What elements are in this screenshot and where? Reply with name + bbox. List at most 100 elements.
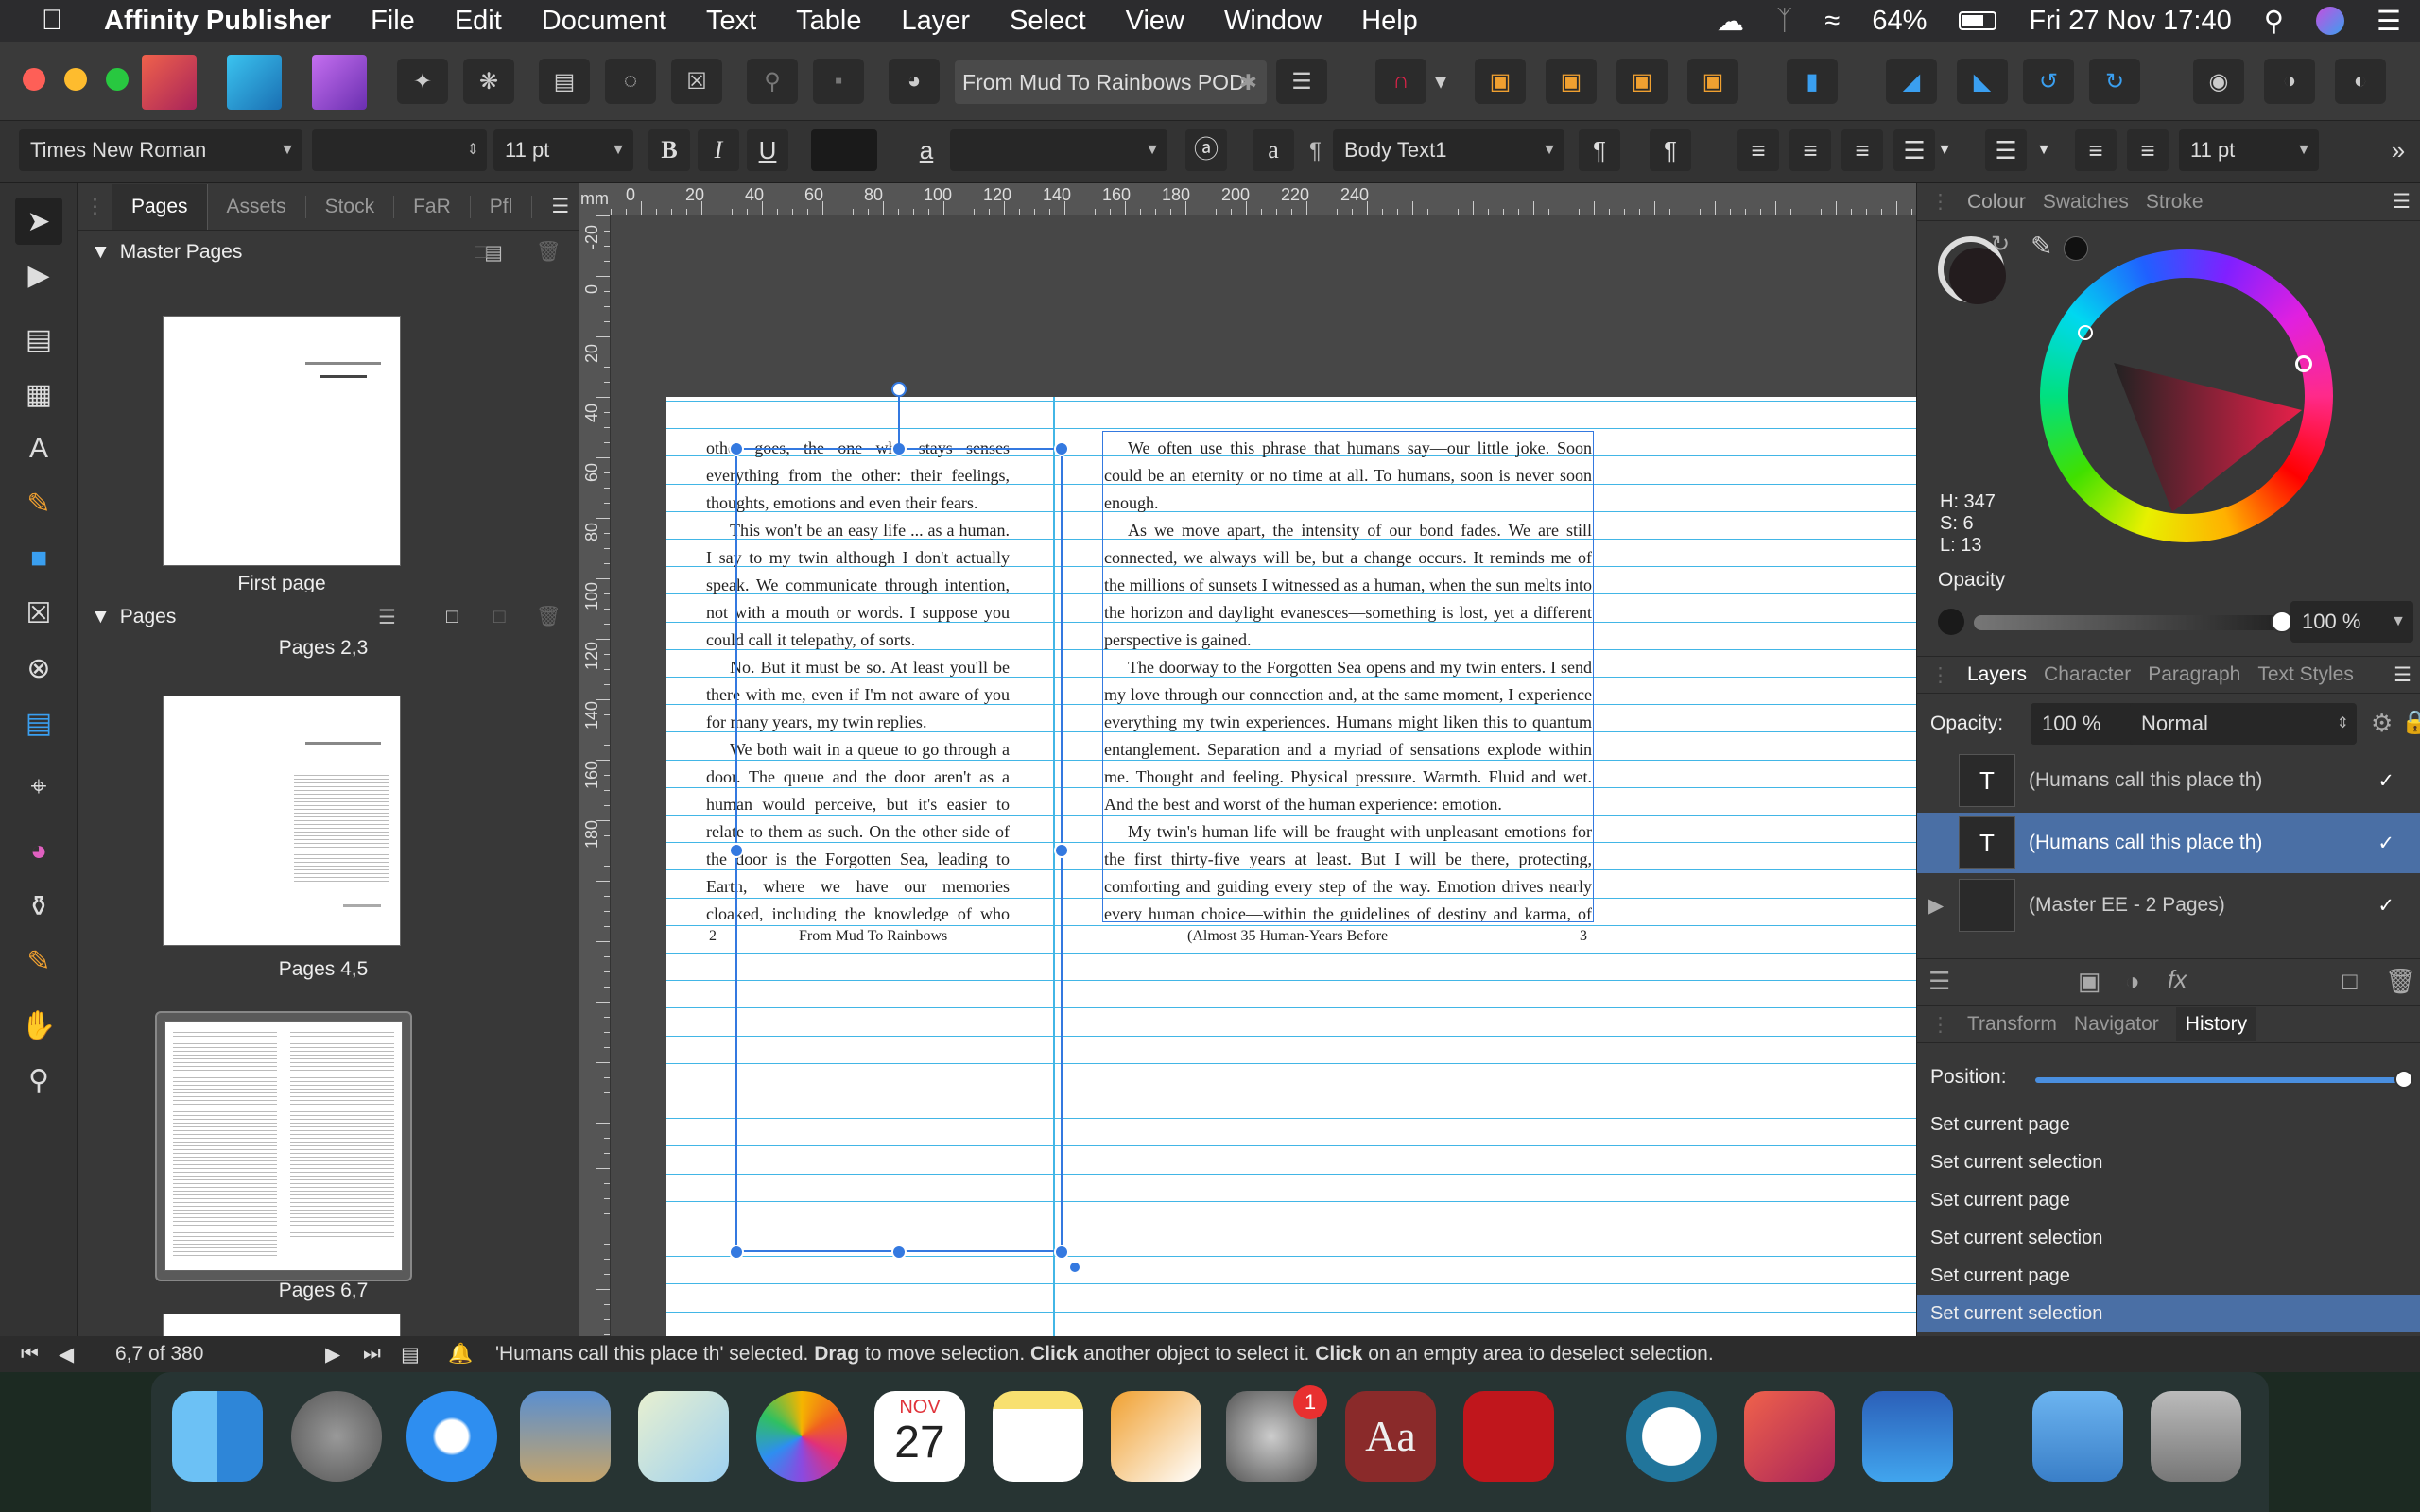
boolean-intersect-icon[interactable]: ◐ xyxy=(2335,59,2386,104)
pages-app-icon[interactable] xyxy=(1111,1391,1201,1482)
bluetooth-icon[interactable]: ᛉ xyxy=(1776,6,1792,37)
add-master-icon[interactable]: □ xyxy=(475,241,487,264)
page-thumbnail-8-9[interactable] xyxy=(163,1314,401,1336)
highlight-select[interactable]: ▼ xyxy=(950,129,1167,171)
photo-persona-icon[interactable] xyxy=(312,55,367,110)
history-item[interactable]: Set current page xyxy=(1917,1106,2420,1143)
finder-icon[interactable] xyxy=(172,1391,263,1482)
first-page-icon[interactable]: ⏮ xyxy=(21,1343,59,1366)
colour-triangle-handle[interactable] xyxy=(2078,325,2093,340)
history-slider-handle[interactable] xyxy=(2394,1070,2413,1089)
page-thumbnail-4-5[interactable] xyxy=(163,696,401,946)
layer-row[interactable]: ▶ (Master EE - 2 Pages) ✓ xyxy=(1917,875,2420,936)
history-item-current[interactable]: Set current selection xyxy=(1917,1295,2420,1332)
baseline-grid-icon[interactable]: ☰ xyxy=(1276,59,1327,104)
menu-window[interactable]: Window xyxy=(1224,6,1322,37)
downloads-folder-icon[interactable] xyxy=(2032,1391,2123,1482)
paragraph-style-select[interactable]: Body Text1 ▼ xyxy=(1333,129,1564,171)
app-name[interactable]: Affinity Publisher xyxy=(104,6,331,37)
hue-handle[interactable] xyxy=(2295,355,2312,372)
share-icon[interactable]: ✦ xyxy=(397,59,448,104)
microsoft-word-icon[interactable] xyxy=(1862,1391,1953,1482)
bold-button[interactable]: B xyxy=(648,129,690,171)
text-wrap-icon[interactable]: ▤ xyxy=(539,59,590,104)
text-frame-right[interactable]: We often use this phrase that humans say… xyxy=(1102,435,1594,921)
colour-triangle[interactable] xyxy=(2040,249,2333,542)
selection-handle-tr[interactable] xyxy=(1054,441,1069,456)
mail-stamp-icon[interactable] xyxy=(520,1391,611,1482)
selection-handle-mr[interactable] xyxy=(1054,843,1069,858)
tab-text-styles[interactable]: Text Styles xyxy=(2257,663,2354,686)
launchpad-icon[interactable] xyxy=(291,1391,382,1482)
opacity-slider[interactable] xyxy=(1974,610,2293,633)
selection-handle-ml[interactable] xyxy=(729,843,744,858)
frame-icon[interactable]: ☒ xyxy=(671,59,722,104)
paragraph-style-options-icon[interactable]: ¶ xyxy=(1579,129,1620,171)
document-title-field[interactable]: From Mud To Rainbows POD ✱ xyxy=(955,60,1267,104)
move-tool-icon[interactable]: ➤ xyxy=(15,198,62,245)
frame-text-tool-icon[interactable]: ▤ xyxy=(15,316,62,363)
font-size-select[interactable]: 11 pt ▼ xyxy=(493,129,633,171)
page-counter[interactable]: 6,7 of 380 xyxy=(115,1343,257,1366)
crop-tool-icon[interactable]: ⌖ xyxy=(15,764,62,811)
place-image-tool-icon[interactable]: ▤ xyxy=(15,699,62,747)
master-page-thumbnail[interactable] xyxy=(163,316,401,566)
layer-settings-gear-icon[interactable]: ⚙ xyxy=(2371,709,2393,738)
disclosure-icon[interactable]: ▼ xyxy=(91,606,111,628)
layer-row-selected[interactable]: T (Humans call this place th) ✓ xyxy=(1917,813,2420,873)
bullet-list-icon[interactable]: ≡ xyxy=(2075,129,2117,171)
photos-icon[interactable] xyxy=(756,1391,847,1482)
opacity-value-field[interactable]: 100 % ▼ xyxy=(2290,601,2413,643)
numbered-list-icon[interactable]: ≡ xyxy=(2127,129,2169,171)
rotation-handle[interactable] xyxy=(891,382,907,397)
history-item[interactable]: Set current page xyxy=(1917,1257,2420,1295)
layers-stack-icon[interactable]: ☰ xyxy=(1928,967,1950,996)
dictionary-icon[interactable]: Aa xyxy=(1345,1391,1436,1482)
layer-visibility-checkbox[interactable]: ✓ xyxy=(2377,769,2394,793)
justify-dropdown-icon[interactable]: ▼ xyxy=(1933,129,1956,171)
menu-layer[interactable]: Layer xyxy=(901,6,970,37)
horizontal-ruler[interactable]: mm 0 20 40 60 80 100 120 140 160 180 200 220 240 xyxy=(579,183,1916,215)
artistic-text-tool-icon[interactable]: A xyxy=(15,425,62,472)
tab-colour[interactable]: Colour xyxy=(1967,191,2026,214)
square-icon[interactable]: ▪ xyxy=(813,59,864,104)
menu-file[interactable]: File xyxy=(371,6,415,37)
preview-mode-icon[interactable]: ◕ xyxy=(889,59,940,104)
pages-section-header[interactable]: ▼ Pages ☰ □ □ 🗑 xyxy=(78,595,579,639)
battery-icon[interactable] xyxy=(1959,11,1997,30)
insert-page-icon[interactable]: □ xyxy=(446,606,458,628)
show-special-chars-icon[interactable]: ¶ xyxy=(1650,129,1691,171)
arrange-backward-icon[interactable]: ▣ xyxy=(1546,59,1597,104)
menu-text[interactable]: Text xyxy=(706,6,756,37)
document-canvas[interactable]: mm 0 20 40 60 80 100 120 140 160 180 200 220 240 -20… xyxy=(579,183,1916,1336)
align-right-icon[interactable]: ≡ xyxy=(1841,129,1883,171)
menu-select[interactable]: Select xyxy=(1010,6,1086,37)
snapping-magnet-icon[interactable]: ∩ xyxy=(1375,59,1426,104)
battery-percent[interactable]: 64% xyxy=(1872,6,1927,37)
delete-page-icon[interactable]: 🗑 xyxy=(536,606,562,628)
align-left-icon[interactable]: ≡ xyxy=(1737,129,1779,171)
node-tool-icon[interactable]: ▶ xyxy=(15,251,62,299)
picture-frame-tool-icon[interactable]: ☒ xyxy=(15,590,62,637)
menu-table[interactable]: Table xyxy=(796,6,861,37)
master-options-icon[interactable]: ▤ xyxy=(484,241,503,265)
menu-help[interactable]: Help xyxy=(1361,6,1418,37)
siri-icon[interactable] xyxy=(2316,7,2344,35)
highlight-icon[interactable]: a xyxy=(906,129,947,171)
pen-tool-icon[interactable]: ✎ xyxy=(15,480,62,527)
zoom-tool-icon[interactable]: ⚲ xyxy=(15,1057,62,1104)
ellipse-frame-tool-icon[interactable]: ⊗ xyxy=(15,644,62,692)
colour-wheel[interactable] xyxy=(2040,249,2333,542)
previous-page-icon[interactable]: ◀ xyxy=(59,1343,115,1366)
layer-row[interactable]: T (Humans call this place th) ✓ xyxy=(1917,750,2420,811)
panel-menu-icon[interactable]: ☰ xyxy=(2394,663,2411,687)
rotate-right-icon[interactable]: ↻ xyxy=(2089,59,2140,104)
tab-navigator[interactable]: Navigator xyxy=(2074,1013,2159,1036)
menu-edit[interactable]: Edit xyxy=(455,6,502,37)
tab-transform[interactable]: Transform xyxy=(1967,1013,2057,1036)
align-center-icon[interactable]: ≡ xyxy=(1789,129,1831,171)
boolean-add-icon[interactable]: ◉ xyxy=(2193,59,2244,104)
arrange-front-icon[interactable]: ▣ xyxy=(1687,59,1738,104)
tab-paragraph[interactable]: Paragraph xyxy=(2148,663,2240,686)
justify-icon[interactable]: ☰ xyxy=(1893,129,1935,171)
